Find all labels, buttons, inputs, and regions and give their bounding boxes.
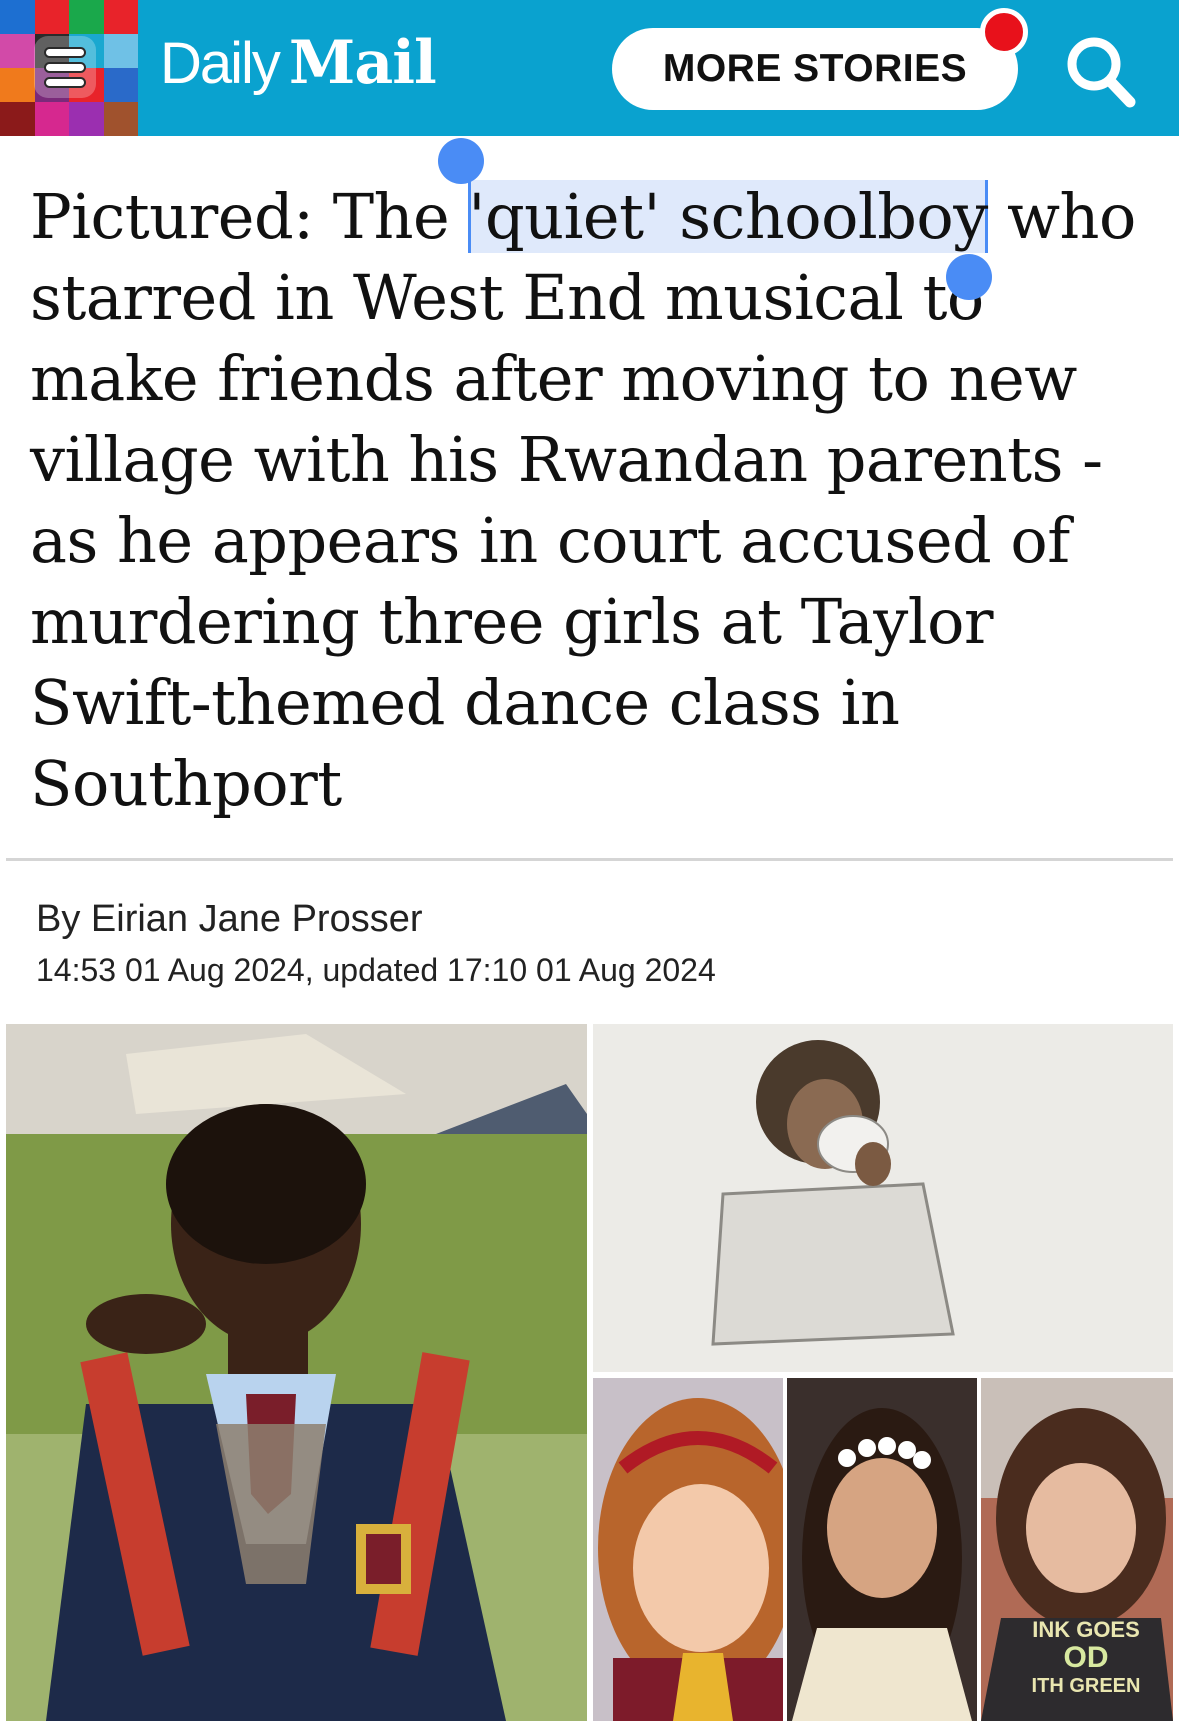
menu-icon[interactable] [34, 36, 96, 98]
headline-selected-text[interactable]: 'quiet' schoolboy [468, 180, 988, 253]
divider [6, 858, 1173, 861]
girl-photo-2[interactable] [787, 1378, 977, 1721]
selection-start-handle[interactable] [438, 138, 484, 184]
girl-photo-3[interactable]: INK GOES OD ITH GREEN [981, 1378, 1173, 1721]
schoolboy-photo[interactable] [6, 1024, 587, 1721]
article-timestamp: 14:53 01 Aug 2024, updated 17:10 01 Aug … [36, 952, 716, 988]
shirt-text-line2: OD [1063, 1641, 1109, 1674]
search-icon[interactable] [1060, 30, 1144, 114]
shirt-text-line1: INK GOES [1032, 1617, 1140, 1642]
logo-mail: Mail [288, 28, 437, 98]
daily-mail-logo[interactable]: Daily Mail [160, 28, 437, 108]
notification-dot-icon [980, 8, 1028, 56]
top-bar: Daily Mail MORE STORIES [0, 0, 1179, 136]
headline-text-before: Pictured: The [30, 180, 469, 253]
shirt-text-line3: ITH GREEN [1031, 1675, 1141, 1697]
selection-end-handle[interactable] [946, 254, 992, 300]
girl-photo-1[interactable] [593, 1378, 783, 1721]
court-sketch-photo[interactable] [593, 1024, 1173, 1372]
more-stories-button[interactable]: MORE STORIES [612, 28, 1018, 110]
article-byline[interactable]: By Eirian Jane Prosser [36, 898, 423, 941]
logo-daily: Daily [160, 31, 281, 96]
